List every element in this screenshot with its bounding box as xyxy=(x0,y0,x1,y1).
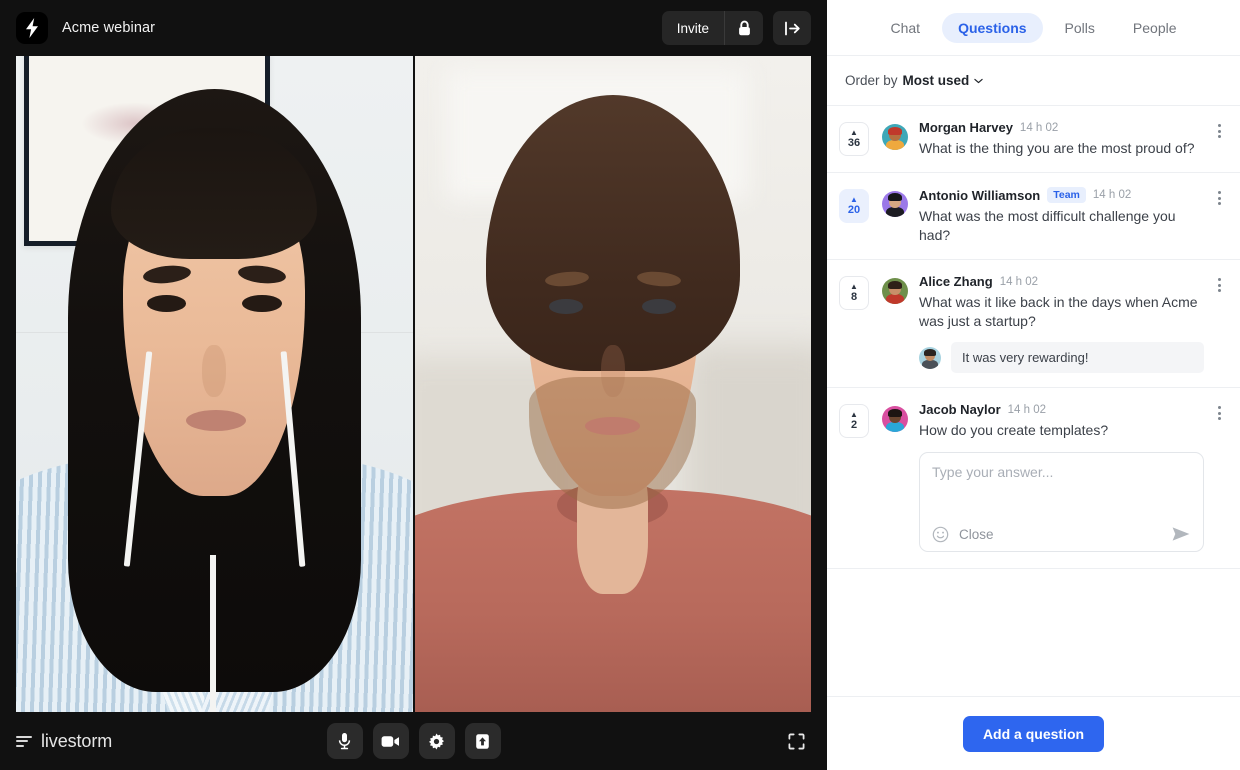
exit-icon[interactable] xyxy=(773,11,811,45)
tab-people[interactable]: People xyxy=(1117,13,1193,43)
lock-icon[interactable] xyxy=(725,11,763,45)
video-grid xyxy=(0,56,827,712)
upvote-caret-icon: ▲ xyxy=(850,128,858,137)
screen-share-icon xyxy=(476,733,489,749)
question-more-icon[interactable] xyxy=(1208,402,1230,424)
question-meta: Alice Zhang 14 h 02 xyxy=(919,274,1204,289)
lightning-bolt-icon xyxy=(16,12,48,44)
upvote-button[interactable]: ▲ 8 xyxy=(839,276,869,310)
question-text: How do you create templates? xyxy=(919,422,1109,438)
participant-2-frame xyxy=(414,56,811,712)
avatar xyxy=(882,191,908,217)
participant-1-frame xyxy=(16,56,413,712)
question-meta: Jacob Naylor 14 h 02 xyxy=(919,402,1204,417)
question-time: 14 h 02 xyxy=(1092,189,1132,201)
question-body: Antonio Williamson Team 14 h 02 What was… xyxy=(919,187,1226,245)
add-question-button[interactable]: Add a question xyxy=(962,715,1105,752)
tab-questions[interactable]: Questions xyxy=(942,12,1043,43)
vote-count: 2 xyxy=(850,419,858,431)
questions-list[interactable]: ▲ 36 Morgan Harvey 14 h 02 What is the t… xyxy=(827,106,1240,696)
microphone-icon xyxy=(338,733,351,750)
avatar xyxy=(919,346,941,369)
answer-input[interactable] xyxy=(932,464,1191,519)
vote-count: 20 xyxy=(847,204,861,216)
settings-button[interactable] xyxy=(418,723,455,759)
close-answer-label[interactable]: Close xyxy=(959,527,994,542)
question-more-icon[interactable] xyxy=(1208,187,1230,209)
tab-chat[interactable]: Chat xyxy=(875,13,937,43)
video-camera-icon xyxy=(381,735,399,747)
question-time: 14 h 02 xyxy=(999,275,1039,288)
invite-group: Invite xyxy=(661,11,763,45)
participant-video-1[interactable] xyxy=(16,56,413,712)
order-by-bar: Order by Most used xyxy=(827,56,1240,106)
question-reply: It was very rewarding! xyxy=(919,342,1204,373)
emoji-smiley-icon[interactable] xyxy=(932,526,949,543)
panel-tabs: Chat Questions Polls People xyxy=(827,0,1240,56)
upvote-button[interactable]: ▲ 36 xyxy=(839,122,869,156)
upvote-caret-icon: ▲ xyxy=(850,282,858,291)
question-meta: Morgan Harvey 14 h 02 xyxy=(919,120,1204,135)
avatar xyxy=(882,406,908,432)
question-meta: Antonio Williamson Team 14 h 02 xyxy=(919,187,1204,203)
question-author: Antonio Williamson xyxy=(919,187,1041,203)
stage-header-actions: Invite xyxy=(661,11,811,45)
microphone-button[interactable] xyxy=(326,723,363,759)
stage-footer: livestorm xyxy=(0,712,827,770)
side-panel: Chat Questions Polls People Order by Mos… xyxy=(827,0,1240,770)
avatar xyxy=(882,124,908,150)
send-paper-plane-icon xyxy=(1172,527,1190,541)
fullscreen-icon xyxy=(788,733,804,749)
question-item: ▲ 2 Jacob Naylor 14 h 02 How do you crea… xyxy=(827,388,1240,569)
question-text: What was the most difficult challenge yo… xyxy=(919,208,1176,243)
upvote-button[interactable]: ▲ 2 xyxy=(839,404,869,438)
livestorm-wordmark: livestorm xyxy=(41,730,113,751)
question-text: What was it like back in the days when A… xyxy=(919,294,1198,329)
question-item: ▲ 20 Antonio Williamson Team 14 h 02 Wha… xyxy=(827,173,1240,260)
avatar xyxy=(882,278,908,304)
screen-share-button[interactable] xyxy=(464,723,501,759)
question-body: Morgan Harvey 14 h 02 What is the thing … xyxy=(919,120,1226,158)
video-stage: Acme webinar Invite livestorm xyxy=(0,0,827,770)
participant-video-2[interactable] xyxy=(414,56,811,712)
question-text: What is the thing you are the most proud… xyxy=(919,140,1195,156)
order-by-value: Most used xyxy=(902,73,970,88)
send-answer-button[interactable] xyxy=(1171,525,1191,543)
upvote-button[interactable]: ▲ 20 xyxy=(839,189,869,223)
question-author: Alice Zhang xyxy=(919,274,993,289)
invite-button[interactable]: Invite xyxy=(662,11,724,45)
question-item: ▲ 36 Morgan Harvey 14 h 02 What is the t… xyxy=(827,106,1240,173)
chevron-down-icon xyxy=(974,78,983,83)
webinar-app: Acme webinar Invite livestorm Chat Quest… xyxy=(0,0,1240,770)
stage-header: Acme webinar Invite xyxy=(0,0,827,56)
question-body: Jacob Naylor 14 h 02 How do you create t… xyxy=(919,402,1226,554)
question-more-icon[interactable] xyxy=(1208,274,1230,296)
answer-composer[interactable]: Close xyxy=(919,452,1204,552)
question-time: 14 h 02 xyxy=(1007,403,1047,416)
livestorm-logo: livestorm xyxy=(16,731,112,752)
question-more-icon[interactable] xyxy=(1208,120,1230,142)
order-by-select[interactable]: Most used xyxy=(903,73,984,88)
gear-icon xyxy=(428,733,445,749)
vote-count: 8 xyxy=(850,291,858,303)
tab-polls[interactable]: Polls xyxy=(1049,13,1111,43)
question-time: 14 h 02 xyxy=(1019,121,1059,134)
question-author: Jacob Naylor xyxy=(919,402,1001,417)
media-controls xyxy=(326,723,501,759)
upvote-caret-icon: ▲ xyxy=(850,410,858,419)
composer-actions: Close xyxy=(932,519,1191,543)
question-author: Morgan Harvey xyxy=(919,120,1013,135)
fullscreen-button[interactable] xyxy=(781,726,811,756)
panel-footer: Add a question xyxy=(827,696,1240,770)
camera-button[interactable] xyxy=(372,723,409,759)
question-item: ▲ 8 Alice Zhang 14 h 02 What was it like… xyxy=(827,260,1240,388)
order-by-label: Order by xyxy=(845,73,898,88)
status-badge: Team xyxy=(1047,187,1086,203)
reply-text: It was very rewarding! xyxy=(951,342,1204,373)
upvote-caret-icon: ▲ xyxy=(850,195,858,204)
vote-count: 36 xyxy=(847,137,861,149)
livestorm-bars-icon xyxy=(16,735,32,747)
room-title: Acme webinar xyxy=(62,20,156,36)
question-body: Alice Zhang 14 h 02 What was it like bac… xyxy=(919,274,1226,373)
